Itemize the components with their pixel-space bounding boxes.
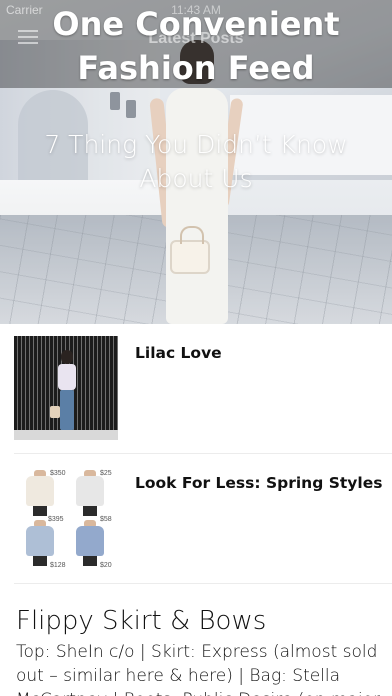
banner-line-1: One Convenient <box>52 5 340 43</box>
price-label: $20 <box>100 562 112 569</box>
post-title: Look For Less: Spring Styles <box>135 474 383 492</box>
hero-title[interactable]: 7 Thing You Didn’t Know About Us <box>20 128 372 196</box>
price-label: $58 <box>100 516 112 523</box>
hero-title-line-1: 7 Thing You Didn’t Know <box>44 130 348 159</box>
promo-banner: One Convenient Fashion Feed <box>0 2 392 90</box>
price-label: $350 <box>50 470 66 477</box>
banner-line-2: Fashion Feed <box>77 49 315 87</box>
hero-title-line-2: About Us <box>139 164 253 193</box>
list-item[interactable]: Lilac Love <box>0 324 392 454</box>
article-body: Top: SheIn c/o | Skirt: Express (almost … <box>16 642 380 696</box>
post-title: Lilac Love <box>135 344 222 362</box>
price-label: $128 <box>50 562 66 569</box>
divider <box>14 583 392 584</box>
article-title[interactable]: Flippy Skirt & Bows <box>16 604 266 638</box>
list-item[interactable]: $350 $25 $395 $58 $128 $20 Look For Less… <box>0 454 392 584</box>
price-label: $25 <box>100 470 112 477</box>
post-thumbnail <box>14 336 118 440</box>
post-thumbnail: $350 $25 $395 $58 $128 $20 <box>14 466 118 570</box>
price-label: $395 <box>48 516 64 523</box>
